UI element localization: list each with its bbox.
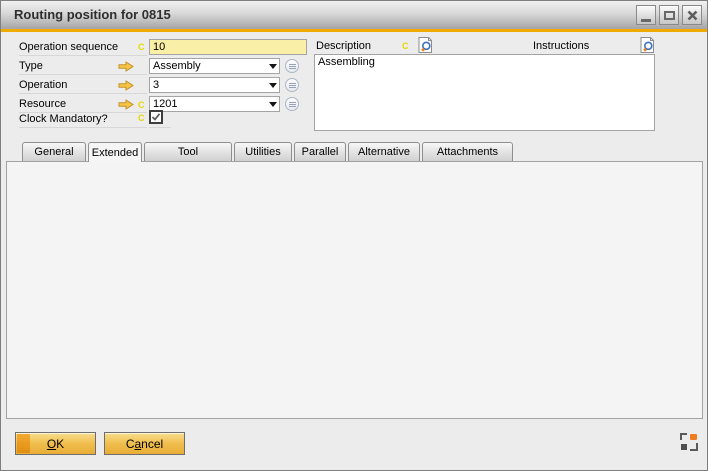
minimize-button[interactable]: [636, 5, 656, 25]
description-textarea[interactable]: Assembling: [314, 54, 655, 131]
operation-dropdown[interactable]: 3: [149, 77, 280, 93]
choose-from-list-icon[interactable]: [285, 59, 299, 73]
row-divider: [149, 127, 171, 128]
link-arrow-icon[interactable]: [118, 99, 134, 110]
window-title: Routing position for 0815: [14, 7, 171, 22]
tab-alternative[interactable]: Alternative: [348, 142, 420, 161]
clock-mandatory-checkbox[interactable]: [149, 110, 163, 124]
link-arrow-icon[interactable]: [118, 80, 134, 91]
tab-attachments[interactable]: Attachments: [422, 142, 513, 161]
ok-button-label: O: [47, 437, 56, 451]
text-preview-icon[interactable]: [418, 37, 433, 53]
chevron-down-icon: [269, 83, 277, 88]
cancel-button-label-rest: ncel: [141, 437, 163, 451]
chevron-down-icon: [269, 64, 277, 69]
accent-bar: [1, 29, 707, 32]
tab-label: Extended: [92, 147, 138, 159]
check-icon: [151, 112, 161, 122]
ok-button[interactable]: OK: [15, 432, 96, 455]
operation-sequence-input[interactable]: [149, 39, 307, 55]
maximize-button[interactable]: [659, 5, 679, 25]
text-preview-icon[interactable]: [640, 37, 655, 53]
type-dropdown[interactable]: Assembly: [149, 58, 280, 74]
description-label: Description: [316, 40, 371, 52]
close-button[interactable]: [682, 5, 702, 25]
list-lines-icon: [289, 104, 296, 105]
tab-parallel[interactable]: Parallel: [294, 142, 346, 161]
tab-general[interactable]: General: [22, 142, 86, 161]
maximize-icon: [664, 11, 675, 20]
tab-extended[interactable]: Extended: [88, 142, 142, 162]
operation-sequence-label: Operation sequence: [19, 41, 118, 53]
resource-label: Resource: [19, 98, 66, 110]
type-label: Type: [19, 60, 43, 72]
tab-utilities[interactable]: Utilities: [234, 142, 292, 161]
choose-from-list-icon[interactable]: [285, 97, 299, 111]
tab-label: General: [34, 146, 73, 158]
list-lines-icon: [289, 85, 296, 86]
tab-label: Alternative: [358, 146, 410, 158]
default-button-strip: [17, 434, 30, 453]
extended-tab-panel: [6, 161, 703, 419]
tab-tool[interactable]: Tool: [144, 142, 232, 161]
tab-label: Utilities: [245, 146, 280, 158]
mandatory-marker: C: [138, 42, 145, 52]
cancel-button[interactable]: Cancel: [104, 432, 185, 455]
tab-label: Attachments: [437, 146, 498, 158]
resize-grip-icon[interactable]: [680, 433, 698, 451]
mandatory-marker: C: [138, 100, 145, 110]
minimize-icon: [641, 19, 651, 22]
tab-label: Tool: [178, 146, 198, 158]
mandatory-marker: C: [138, 113, 145, 123]
chevron-down-icon: [269, 102, 277, 107]
row-divider: [19, 93, 147, 94]
list-lines-icon: [289, 66, 296, 67]
window-controls: [636, 5, 702, 25]
ok-button-label-rest: K: [56, 437, 64, 451]
tab-label: Parallel: [302, 146, 339, 158]
resource-dropdown[interactable]: 1201: [149, 96, 280, 112]
row-divider: [19, 127, 147, 128]
row-divider: [19, 55, 147, 56]
instructions-label: Instructions: [533, 40, 589, 52]
routing-position-dialog: Routing position for 0815 Operation sequ…: [0, 0, 708, 471]
type-dropdown-value: Assembly: [153, 60, 201, 72]
operation-label: Operation: [19, 79, 67, 91]
resource-dropdown-value: 1201: [153, 98, 177, 110]
titlebar[interactable]: Routing position for 0815: [1, 1, 707, 29]
choose-from-list-icon[interactable]: [285, 78, 299, 92]
close-icon: [687, 10, 698, 21]
operation-dropdown-value: 3: [153, 79, 159, 91]
row-divider: [19, 74, 147, 75]
link-arrow-icon[interactable]: [118, 61, 134, 72]
clock-mandatory-label: Clock Mandatory?: [19, 113, 108, 125]
mandatory-marker: C: [402, 41, 409, 51]
